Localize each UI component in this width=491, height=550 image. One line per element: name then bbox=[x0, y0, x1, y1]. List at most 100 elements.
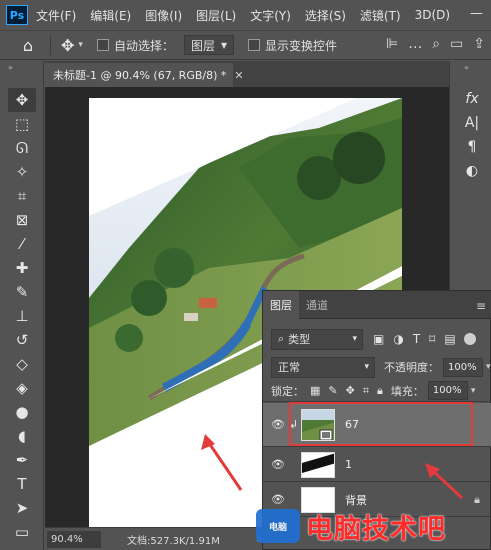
shape-filter-icon[interactable]: ⌑ bbox=[429, 332, 435, 346]
layer-thumbnail bbox=[301, 451, 335, 478]
adjustment-filter-icon[interactable]: ◑ bbox=[393, 332, 403, 346]
paint-bucket-tool-icon[interactable]: ◈ bbox=[8, 376, 36, 400]
fx-icon[interactable]: fx bbox=[460, 87, 484, 111]
document-tab-title: 未标题-1 @ 90.4% (67, RGB/8) * bbox=[53, 69, 227, 82]
search-icon[interactable]: ⌕ bbox=[432, 36, 440, 52]
frame-tool-icon[interactable]: ⊠ bbox=[8, 208, 36, 232]
pixel-filter-icon[interactable]: ▣ bbox=[373, 332, 384, 346]
lock-artboard-icon[interactable]: ⌗ bbox=[363, 384, 369, 398]
filter-toggle[interactable] bbox=[463, 333, 476, 345]
highlight-box bbox=[289, 402, 473, 446]
collapse-panel-icon[interactable]: « bbox=[464, 63, 469, 72]
chevron-down-icon[interactable]: ▾ bbox=[486, 362, 491, 372]
visibility-eye-icon[interactable]: 👁︎ bbox=[267, 418, 289, 431]
window-controls: — bbox=[470, 6, 483, 21]
lock-all-icon[interactable]: 🔒︎ bbox=[377, 384, 383, 398]
paragraph-icon[interactable]: ¶ bbox=[460, 135, 484, 159]
menu-filter[interactable]: 滤镜(T) bbox=[360, 7, 401, 24]
eraser-tool-icon[interactable]: ◇ bbox=[8, 352, 36, 376]
menu-image[interactable]: 图像(I) bbox=[145, 7, 182, 24]
adjust-icon[interactable]: ◐ bbox=[460, 159, 484, 183]
blend-mode-value: 正常 bbox=[278, 361, 300, 374]
tools-panel: » ✥ ⬚ ᘏ ✧ ⌗ ⊠ ⁄ ✚ ✎ ⊥ ↺ ◇ ◈ ● ◖ ✒ T ➤ ▭ bbox=[0, 61, 44, 550]
path-selection-tool-icon[interactable]: ➤ bbox=[8, 496, 36, 520]
kind-filter-select[interactable]: ⌕ 类型 ▾ bbox=[271, 328, 363, 350]
home-icon[interactable]: ⌂ bbox=[16, 34, 40, 56]
tab-channels[interactable]: 通道 bbox=[303, 291, 331, 319]
healing-brush-tool-icon[interactable]: ✚ bbox=[8, 256, 36, 280]
document-tab[interactable]: 未标题-1 @ 90.4% (67, RGB/8) * ✕ bbox=[45, 63, 244, 87]
menu-file[interactable]: 文件(F) bbox=[36, 7, 76, 24]
character-icon[interactable]: A| bbox=[460, 111, 484, 135]
layers-panel-tabs: 图层 通道 ≡ bbox=[263, 291, 491, 319]
chevron-down-icon: ▾ bbox=[364, 362, 369, 372]
stamp-tool-icon[interactable]: ⊥ bbox=[8, 304, 36, 328]
menu-layer[interactable]: 图层(L) bbox=[196, 7, 236, 24]
lock-icons: ▦ ✎ ✥ ⌗ 🔒︎ bbox=[310, 384, 383, 398]
brush-tool-icon[interactable]: ✎ bbox=[8, 280, 36, 304]
zoom-field[interactable]: 90.4% bbox=[47, 530, 101, 548]
visibility-eye-icon[interactable]: 👁︎ bbox=[267, 493, 289, 506]
options-right-icons: ⊫ … ⌕ ▭ ⇪ bbox=[386, 36, 485, 52]
blur-tool-icon[interactable]: ● bbox=[8, 400, 36, 424]
magic-wand-tool-icon[interactable]: ✧ bbox=[8, 160, 36, 184]
blend-row: 正常 ▾ 不透明度： 100% ▾ bbox=[263, 355, 491, 379]
menu-type[interactable]: 文字(Y) bbox=[250, 7, 291, 24]
panel-menu-icon[interactable]: ≡ bbox=[476, 299, 486, 313]
fill-input[interactable]: 100% bbox=[427, 381, 468, 400]
history-brush-tool-icon[interactable]: ↺ bbox=[8, 328, 36, 352]
collapse-panel-icon[interactable]: » bbox=[8, 63, 13, 72]
close-icon[interactable]: ✕ bbox=[234, 69, 243, 82]
document-info: 文档:527.3K/1.91M bbox=[127, 535, 220, 547]
menu-edit[interactable]: 编辑(E) bbox=[90, 7, 131, 24]
search-icon: ⌕ bbox=[278, 332, 285, 345]
filter-icons: ▣ ◑ T ⌑ ▤ bbox=[373, 332, 456, 346]
opacity-input[interactable]: 100% bbox=[443, 357, 483, 377]
menu-select[interactable]: 选择(S) bbox=[305, 7, 346, 24]
show-transform-checkbox[interactable] bbox=[248, 39, 260, 51]
chevron-down-icon[interactable]: ▾ bbox=[471, 386, 476, 396]
visibility-eye-icon[interactable]: 👁︎ bbox=[267, 458, 289, 471]
document-tab-bar: 未标题-1 @ 90.4% (67, RGB/8) * ✕ bbox=[45, 61, 449, 87]
layer-thumbnail-image bbox=[302, 452, 334, 477]
type-tool-icon[interactable]: T bbox=[8, 472, 36, 496]
smart-object-filter-icon[interactable]: ▤ bbox=[444, 332, 455, 346]
eyedropper-tool-icon[interactable]: ⁄ bbox=[8, 232, 36, 256]
lock-transparent-icon[interactable]: ▦ bbox=[310, 384, 320, 398]
move-tool-icon[interactable]: ✥ bbox=[8, 88, 36, 112]
layer-row[interactable]: 👁︎ 1 bbox=[263, 448, 491, 482]
lock-position-icon[interactable]: ✥ bbox=[346, 384, 355, 398]
workspace-icon[interactable]: ▭ bbox=[450, 36, 463, 52]
crop-tool-icon[interactable]: ⌗ bbox=[8, 184, 36, 208]
type-filter-icon[interactable]: T bbox=[413, 332, 420, 346]
rectangle-tool-icon[interactable]: ▭ bbox=[8, 520, 36, 544]
auto-select-checkbox[interactable] bbox=[96, 39, 109, 51]
options-bar: ⌂ ✥ ▾ 自动选择： 图层 ▾ 显示变换控件 ⊫ … ⌕ ▭ ⇪ bbox=[0, 30, 491, 60]
menu-bar: Ps 文件(F) 编辑(E) 图像(I) 图层(L) 文字(Y) 选择(S) 滤… bbox=[0, 0, 491, 30]
move-tool-icon[interactable]: ✥ bbox=[61, 36, 74, 55]
lock-label: 锁定： bbox=[271, 384, 304, 398]
chevron-down-icon: ▾ bbox=[352, 334, 357, 344]
auto-select-label: 自动选择： bbox=[113, 38, 174, 53]
blend-mode-select[interactable]: 正常 ▾ bbox=[271, 356, 375, 378]
watermark: 电脑 电脑技术吧 bbox=[256, 506, 491, 546]
minimize-icon[interactable]: — bbox=[470, 6, 483, 21]
auto-select-target-value: 图层 bbox=[190, 38, 215, 53]
separator bbox=[50, 35, 51, 55]
more-icon[interactable]: … bbox=[408, 36, 422, 52]
align-icon[interactable]: ⊫ bbox=[386, 36, 398, 52]
lock-pixels-icon[interactable]: ✎ bbox=[328, 384, 337, 398]
lasso-tool-icon[interactable]: ᘏ bbox=[8, 136, 36, 160]
marquee-tool-icon[interactable]: ⬚ bbox=[8, 112, 36, 136]
lock-icon: 🔒︎ bbox=[474, 492, 480, 506]
lock-row: 锁定： ▦ ✎ ✥ ⌗ 🔒︎ 填充： 100% ▾ bbox=[263, 380, 491, 402]
chevron-down-icon[interactable]: ▾ bbox=[78, 40, 83, 50]
kind-filter-value: 类型 bbox=[288, 333, 311, 346]
dodge-tool-icon[interactable]: ◖ bbox=[8, 424, 36, 448]
fill-label: 填充： bbox=[390, 384, 424, 398]
share-icon[interactable]: ⇪ bbox=[473, 36, 485, 52]
menu-3d[interactable]: 3D(D) bbox=[415, 8, 450, 22]
pen-tool-icon[interactable]: ✒ bbox=[8, 448, 36, 472]
tab-layers[interactable]: 图层 bbox=[263, 291, 299, 319]
auto-select-target-select[interactable]: 图层 ▾ bbox=[183, 35, 234, 55]
